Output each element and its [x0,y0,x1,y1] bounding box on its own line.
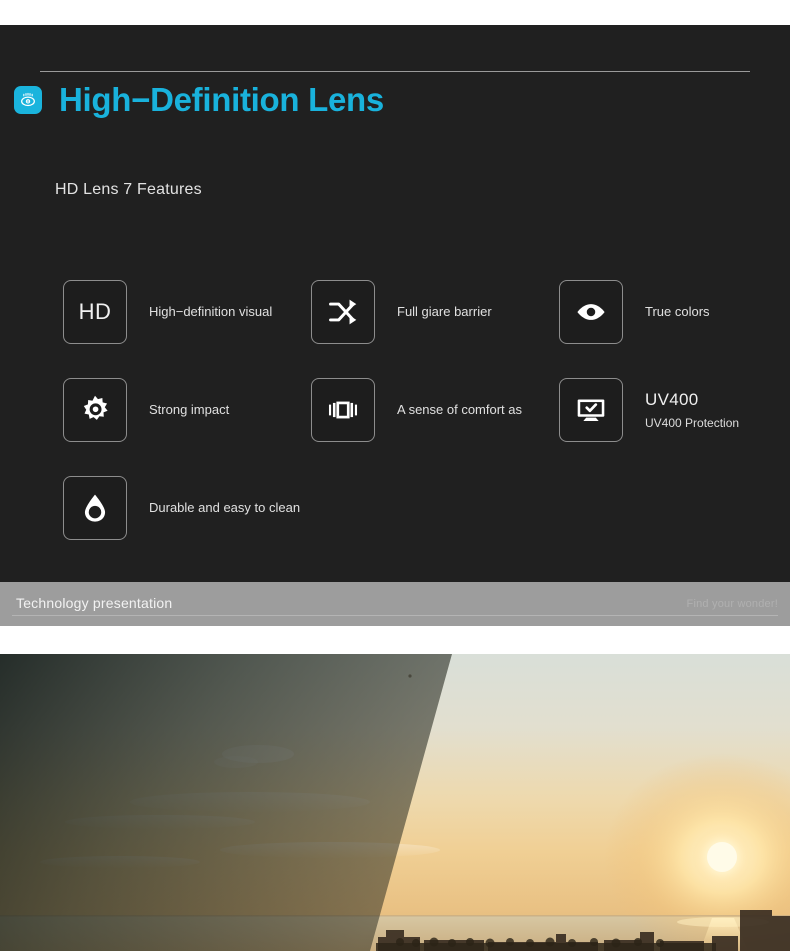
water-drop-icon [63,476,127,540]
feature-label: Strong impact [149,402,230,418]
footer-left-label: Technology presentation [16,595,173,611]
eye-icon [559,280,623,344]
feature-label: UV400 Protection [645,415,740,430]
eye-icon [14,85,42,114]
feature-row: Strong impact A sense of comfort as UV40… [63,378,783,442]
feature-label: True colors [645,304,710,320]
feature-text: UV400 UV400 Protection [645,389,739,431]
feature-item-easy-clean: Durable and easy to clean [63,476,311,540]
feature-item-hd-visual: HD High−definition visual [63,280,311,344]
gear-icon [63,378,127,442]
feature-text: A sense of comfort as [397,401,522,419]
panel-subtitle: HD Lens 7 Features [55,181,202,198]
feature-label: High−definition visual [149,304,273,320]
footer-divider [12,615,778,616]
feature-item-true-colors: True colors [559,280,790,344]
feature-item-uv400: UV400 UV400 Protection [559,378,790,442]
feature-row: HD High−definition visual Full giare bar… [63,280,783,344]
monitor-check-icon [559,378,623,442]
feature-item-comfort: A sense of comfort as [311,378,559,442]
feature-text: Strong impact [149,401,229,419]
feature-label: Full giare barrier [397,304,492,320]
feature-text: Full giare barrier [397,303,492,321]
product-detail-page: High−Definition Lens HD Lens 7 Features … [0,0,790,951]
hd-icon-label: HD [78,299,112,324]
feature-item-glare-barrier: Full giare barrier [311,280,559,344]
hd-text-icon: HD [63,280,127,344]
hd-lens-feature-panel: High−Definition Lens HD Lens 7 Features … [0,25,790,582]
feature-text: High−definition visual [149,303,272,321]
sunset-comparison-photo [0,654,790,951]
feature-title: UV400 [645,389,699,409]
feature-item-strong-impact: Strong impact [63,378,311,442]
footer-tagline: Find your wonder! [686,598,778,610]
brightness-bars-icon [311,378,375,442]
footer-bar: Technology presentation Find your wonder… [0,582,790,626]
feature-grid: HD High−definition visual Full giare bar… [63,280,783,574]
feature-text: True colors [645,303,710,321]
page-title: High−Definition Lens [59,81,384,118]
shuffle-arrows-icon [311,280,375,344]
feature-text: Durable and easy to clean [149,499,300,517]
feature-label: A sense of comfort as [397,402,523,418]
title-divider [40,71,750,72]
panel-header: High−Definition Lens [14,83,384,116]
feature-row: Durable and easy to clean [63,476,783,540]
feature-label: Durable and easy to clean [149,500,301,516]
